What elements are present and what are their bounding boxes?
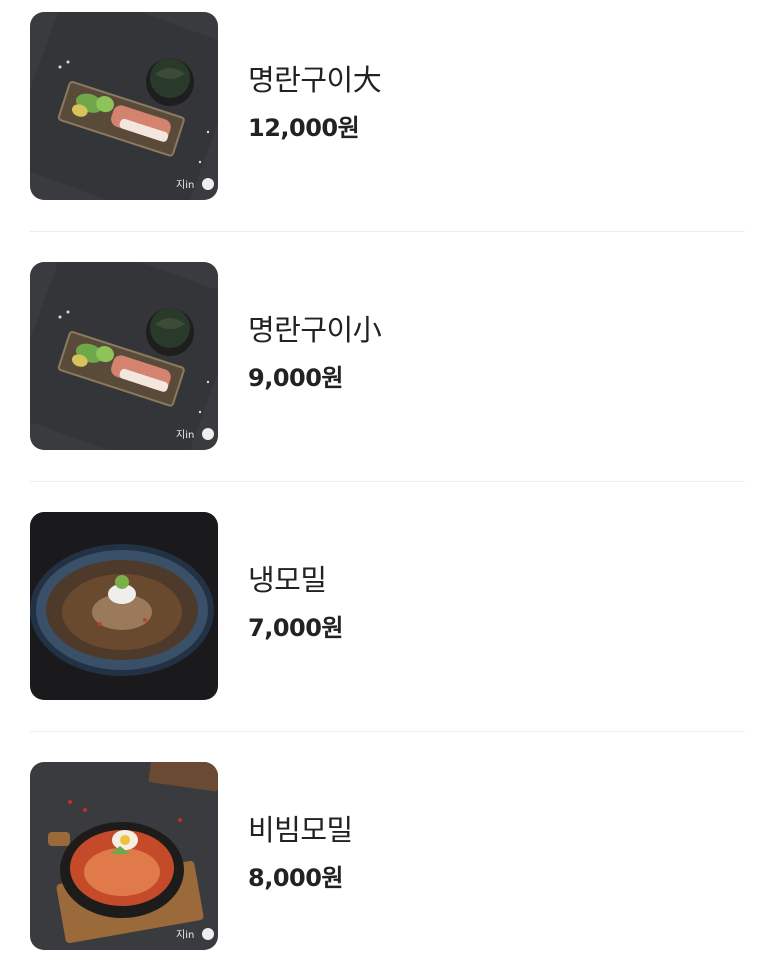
menu-item-info: 명란구이大 12,000원	[248, 62, 382, 143]
divider	[30, 731, 745, 732]
menu-item-info: 명란구이小 9,000원	[248, 312, 382, 393]
menu-item-price: 7,000원	[248, 613, 344, 642]
menu-item-photo: 지in	[30, 262, 218, 450]
menu-item-price: 8,000원	[248, 863, 343, 892]
menu-item-price: 12,000원	[248, 113, 360, 142]
menu-item[interactable]: 지in 비빔모밀 8,000원	[30, 762, 745, 950]
menu-item-info: 비빔모밀 8,000원	[248, 812, 353, 893]
menu-item[interactable]: 냉모밀 7,000원	[30, 512, 745, 700]
menu-item[interactable]: 지in 명란구이大 12,000원	[30, 12, 745, 200]
menu-item-name: 비빔모밀	[248, 812, 353, 847]
menu-item-name: 냉모밀	[248, 562, 327, 597]
menu-item[interactable]: 지in 명란구이小 9,000원	[30, 262, 745, 450]
divider	[30, 481, 745, 482]
menu-item-price: 9,000원	[248, 363, 344, 392]
menu-item-info: 냉모밀 7,000원	[248, 562, 344, 643]
watermark-text: 지in	[176, 429, 194, 441]
menu-list: 지in 명란구이大 12,000원 지in 명란구이小 9,000원 냉모밀 7…	[0, 0, 773, 972]
menu-item-photo: 지in	[30, 12, 218, 200]
menu-item-name: 명란구이小	[248, 312, 382, 347]
menu-item-photo	[30, 512, 218, 700]
divider	[30, 231, 745, 232]
menu-item-name: 명란구이大	[248, 62, 382, 97]
watermark-text: 지in	[176, 179, 194, 191]
menu-item-photo: 지in	[30, 762, 218, 950]
watermark-text: 지in	[176, 929, 194, 941]
